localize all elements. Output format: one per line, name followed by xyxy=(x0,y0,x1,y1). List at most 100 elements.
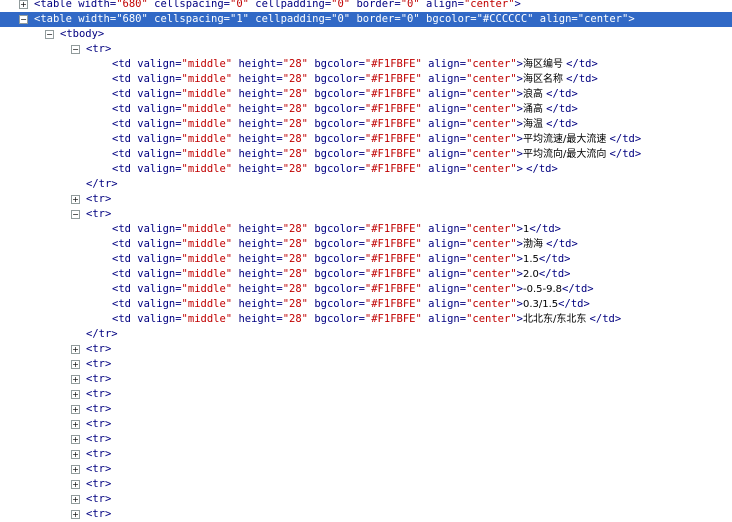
expand-icon[interactable]: + xyxy=(71,345,80,354)
attr-name-token: height= xyxy=(232,118,283,130)
expand-icon[interactable]: + xyxy=(71,375,80,384)
tree-node[interactable]: <td valign="middle" height="28" bgcolor=… xyxy=(0,297,732,312)
node-markup: <tr> xyxy=(86,432,111,447)
node-markup: </tr> xyxy=(86,327,118,342)
attr-name-token: align= xyxy=(421,298,467,310)
tree-node[interactable]: + <tr> xyxy=(0,447,732,462)
tree-node[interactable]: − <tbody> xyxy=(0,27,732,42)
expand-icon[interactable]: + xyxy=(71,195,80,204)
attr-value-token: "1" xyxy=(230,13,249,25)
attr-value-token: "#F1FBFE" xyxy=(364,313,422,325)
tag-token: <tr> xyxy=(86,343,112,355)
attr-name-token: bgcolor= xyxy=(308,313,365,325)
attr-value-token: "#F1FBFE" xyxy=(364,298,422,310)
expand-icon[interactable]: + xyxy=(71,465,80,474)
tree-node[interactable]: + <tr> xyxy=(0,477,732,492)
attr-value-token: "middle" xyxy=(181,118,233,130)
tree-node[interactable]: <td valign="middle" height="28" bgcolor=… xyxy=(0,72,732,87)
tree-node[interactable]: <td valign="middle" height="28" bgcolor=… xyxy=(0,132,732,147)
attr-value-token: "center" xyxy=(466,103,517,115)
tree-node[interactable]: + <tr> xyxy=(0,372,732,387)
attr-value-token: "28" xyxy=(282,238,308,250)
expand-icon[interactable]: + xyxy=(71,420,80,429)
node-markup: <tr> xyxy=(86,357,111,372)
attr-name-token: align= xyxy=(421,238,467,250)
attr-name-token: align= xyxy=(421,313,467,325)
collapse-icon[interactable]: − xyxy=(45,30,54,39)
tag-token: <tr> xyxy=(86,193,112,205)
attr-name-token: height= xyxy=(232,283,283,295)
tree-node[interactable]: <td valign="middle" height="28" bgcolor=… xyxy=(0,147,732,162)
attr-value-token: "0" xyxy=(331,13,351,25)
attr-name-token: bgcolor= xyxy=(308,238,365,250)
attr-value-token: "28" xyxy=(282,253,308,265)
attr-name-token: height= xyxy=(232,163,283,175)
expand-icon[interactable]: + xyxy=(71,435,80,444)
tree-node[interactable]: + <table width="680" cellspacing="0" cell… xyxy=(0,0,732,12)
collapse-icon[interactable]: − xyxy=(71,210,80,219)
collapse-icon[interactable]: − xyxy=(71,45,80,54)
attr-value-token: "0" xyxy=(230,0,249,10)
tree-node[interactable]: </tr> xyxy=(0,327,732,342)
attr-name-token: cellspacing= xyxy=(147,0,230,10)
tree-node[interactable]: + <tr> xyxy=(0,417,732,432)
expand-icon[interactable]: + xyxy=(71,480,80,489)
collapse-icon[interactable]: − xyxy=(19,15,28,24)
tree-node[interactable]: <td valign="middle" height="28" bgcolor=… xyxy=(0,237,732,252)
node-markup: <td valign="middle" height="28" bgcolor=… xyxy=(112,117,578,132)
tree-node[interactable]: <td valign="middle" height="28" bgcolor=… xyxy=(0,57,732,72)
attr-value-token: "center" xyxy=(466,268,517,280)
attr-name-token: bgcolor= xyxy=(308,118,365,130)
text-content-token: 2.0 xyxy=(522,269,539,280)
attr-value-token: "center" xyxy=(466,283,517,295)
expand-icon[interactable]: + xyxy=(71,390,80,399)
tree-node[interactable]: + <tr> xyxy=(0,192,732,207)
tree-node[interactable]: + <tr> xyxy=(0,357,732,372)
attr-value-token: "middle" xyxy=(181,268,233,280)
text-content-token: 涌高 xyxy=(522,104,547,115)
attr-name-token: bgcolor= xyxy=(419,13,477,25)
tree-node[interactable]: <td valign="middle" height="28" bgcolor=… xyxy=(0,117,732,132)
tree-node[interactable]: <td valign="middle" height="28" bgcolor=… xyxy=(0,102,732,117)
tree-node[interactable]: <td valign="middle" height="28" bgcolor=… xyxy=(0,282,732,297)
attr-name-token: bgcolor= xyxy=(308,163,365,175)
tree-node[interactable]: <td valign="middle" height="28" bgcolor=… xyxy=(0,312,732,327)
expand-icon[interactable]: + xyxy=(71,450,80,459)
attr-value-token: "28" xyxy=(282,223,308,235)
attr-name-token: align= xyxy=(421,283,467,295)
attr-value-token: "28" xyxy=(282,88,308,100)
tag-token: <tbody> xyxy=(60,28,105,40)
attr-value-token: "center" xyxy=(466,118,517,130)
tree-node[interactable]: <td valign="middle" height="28" bgcolor=… xyxy=(0,87,732,102)
tree-node[interactable]: + <tr> xyxy=(0,342,732,357)
tree-node[interactable]: + <tr> xyxy=(0,492,732,507)
expand-icon[interactable]: + xyxy=(71,405,80,414)
tree-node[interactable]: <td valign="middle" height="28" bgcolor=… xyxy=(0,252,732,267)
tree-node-selected[interactable]: − <table width="680" cellspacing="1" cell… xyxy=(0,12,732,27)
tree-node[interactable]: + <tr> xyxy=(0,432,732,447)
tree-node[interactable]: + <tr> xyxy=(0,507,732,522)
text-content-token: 平均流向/最大流向 xyxy=(522,149,610,160)
expand-icon[interactable]: + xyxy=(71,495,80,504)
tree-node[interactable]: − <tr> xyxy=(0,207,732,222)
node-markup: <tr> xyxy=(86,192,111,207)
tree-node[interactable]: <td valign="middle" height="28" bgcolor=… xyxy=(0,162,732,177)
tree-node[interactable]: + <tr> xyxy=(0,387,732,402)
tree-node[interactable]: − <tr> xyxy=(0,42,732,57)
tree-node[interactable]: <td valign="middle" height="28" bgcolor=… xyxy=(0,222,732,237)
attr-name-token: valign= xyxy=(130,73,182,85)
tree-node[interactable]: + <tr> xyxy=(0,462,732,477)
tree-node[interactable]: </tr> xyxy=(0,177,732,192)
attr-value-token: "center" xyxy=(466,58,517,70)
expand-icon[interactable]: + xyxy=(71,360,80,369)
expand-icon[interactable]: + xyxy=(71,510,80,519)
tag-token: </td> xyxy=(526,163,558,175)
text-content-token: 海温 xyxy=(522,119,547,130)
expand-icon[interactable]: + xyxy=(19,0,28,9)
tree-node[interactable]: + <tr> xyxy=(0,402,732,417)
text-content-token: 0.3/1.5 xyxy=(522,299,559,310)
tree-node[interactable]: <td valign="middle" height="28" bgcolor=… xyxy=(0,267,732,282)
tag-token: <td xyxy=(112,148,131,160)
attr-value-token: "680" xyxy=(116,0,148,10)
tag-token: <td xyxy=(112,298,131,310)
